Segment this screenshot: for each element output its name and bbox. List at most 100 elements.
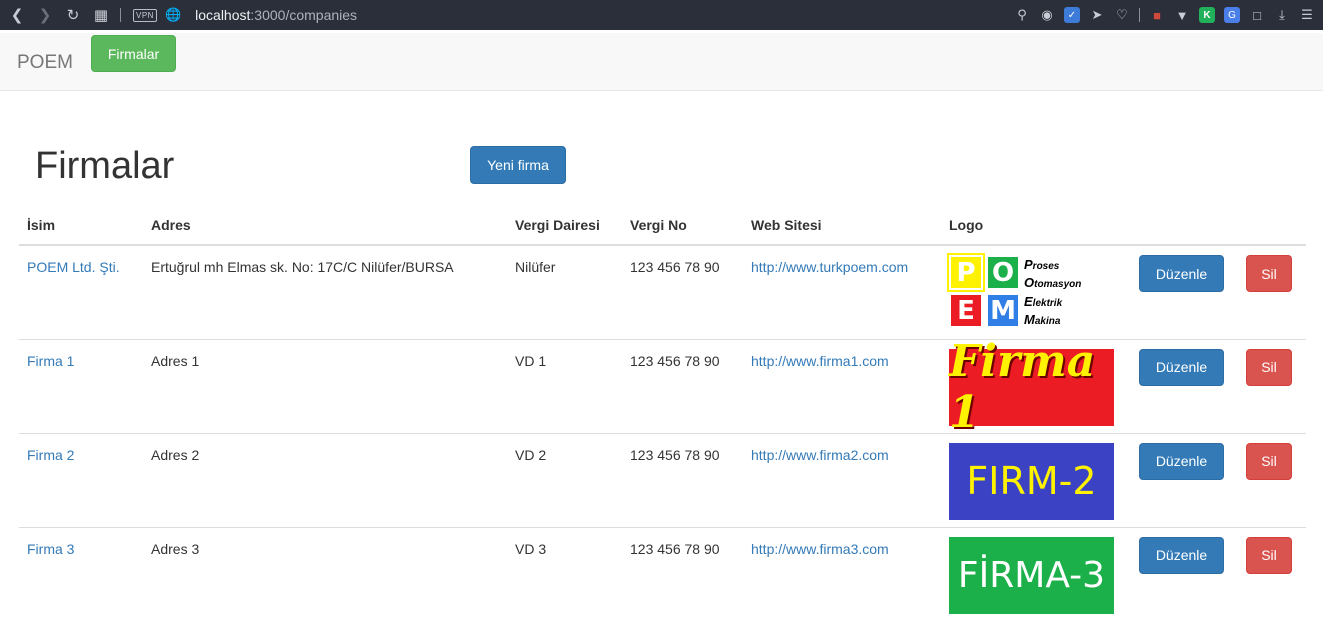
cell-name: Firma 1 (19, 338, 143, 433)
delete-button[interactable]: Sil (1246, 255, 1292, 292)
cell-name: POEM Ltd. Şti. (19, 245, 143, 339)
company-link[interactable]: Firma 3 (27, 541, 74, 557)
edit-button[interactable]: Düzenle (1139, 255, 1224, 292)
vpn-badge[interactable]: VPN (133, 8, 157, 22)
cell-website: http://www.turkpoem.com (743, 245, 941, 339)
firma1-logo: Firma 1 (949, 336, 1114, 438)
cube-extension-icon[interactable]: ■ (1149, 7, 1165, 23)
firma1-logo-text: Firma 1 (949, 336, 1096, 438)
edit-button[interactable]: Düzenle (1139, 348, 1224, 386)
firma2-logo-text: FIRM-2 (966, 459, 1097, 503)
cell-tax-no: 123 456 78 90 (630, 259, 720, 275)
cell-tax-office: Nilüfer (515, 259, 556, 275)
cell-website: http://www.firma1.com (743, 338, 941, 433)
package-icon[interactable]: □ (1249, 7, 1265, 23)
company-link[interactable]: Firma 2 (27, 447, 74, 463)
table-header-row: İsim Adres Vergi Dairesi Vergi No Web Si… (19, 205, 1306, 246)
settings-sliders-icon[interactable]: ☰ (1299, 7, 1315, 23)
poem-logo: P O E M Proses Otomasyon Elektrik Makina (947, 253, 1089, 329)
companies-table: İsim Adres Vergi Dairesi Vergi No Web Si… (19, 205, 1306, 621)
cell-logo: FIRM-2 (941, 432, 1131, 527)
globe-icon: 🌐 (164, 7, 182, 22)
firma2-logo: FIRM-2 (949, 442, 1114, 520)
cell-tax-no: 123 456 78 90 (622, 432, 743, 527)
edit-button[interactable]: Düzenle (1139, 536, 1224, 574)
address-bar[interactable]: localhost:3000/companies (195, 7, 357, 23)
cell-tax-office: VD 1 (507, 338, 622, 433)
cell-delete: Sil (1238, 526, 1306, 621)
cell-logo: FİRMA-3 (941, 526, 1131, 621)
brand-logo[interactable]: POEM (17, 52, 73, 74)
table-row: POEM Ltd. Şti. Ertuğrul mh Elmas sk. No:… (19, 245, 1306, 339)
header-address: Adres (143, 205, 507, 246)
extensions-bar: ⚲ ◉ ✓ ➤ ♡ ■ ▼ K G □ ⤓ ☰ (1014, 0, 1315, 30)
delete-button[interactable]: Sil (1246, 536, 1292, 574)
cell-name: Firma 2 (19, 432, 143, 527)
browser-toolbar: ❮ ❯ ↻ ▦ VPN 🌐 localhost:3000/companies ⚲… (0, 0, 1323, 30)
heart-icon[interactable]: ♡ (1114, 7, 1130, 23)
poem-letter-p: P (947, 253, 985, 292)
edit-button[interactable]: Düzenle (1139, 442, 1224, 480)
firmalar-nav-button[interactable]: Firmalar (91, 35, 176, 72)
camera-icon[interactable]: ◉ (1039, 7, 1055, 23)
website-link[interactable]: http://www.firma3.com (751, 541, 889, 557)
header-tax-office: Vergi Dairesi (507, 205, 622, 246)
poem-logo-grid: P O E M (947, 253, 1020, 329)
shield-icon[interactable]: ✓ (1064, 7, 1080, 23)
page-title: Firmalar (35, 145, 175, 187)
firma3-logo-text: FİRMA-3 (957, 554, 1106, 596)
header-tax-no: Vergi No (622, 205, 743, 246)
cell-address: Adres 1 (143, 338, 507, 433)
poem-letter-e: E (949, 293, 983, 328)
cell-delete: Sil (1238, 432, 1306, 527)
company-link[interactable]: POEM Ltd. Şti. (27, 259, 120, 275)
poem-logo-words: Proses Otomasyon Elektrik Makina (1024, 255, 1081, 329)
firma3-logo: FİRMA-3 (949, 536, 1114, 614)
cell-address: Adres 3 (143, 526, 507, 621)
company-link[interactable]: Firma 1 (27, 353, 74, 369)
cell-address: Adres 2 (143, 432, 507, 527)
website-link[interactable]: http://www.turkpoem.com (751, 259, 908, 275)
cell-delete: Sil (1238, 338, 1306, 433)
app-navbar: POEM Firmalar (0, 33, 1323, 91)
reload-icon[interactable]: ↻ (62, 4, 84, 26)
delete-button[interactable]: Sil (1246, 442, 1292, 480)
cell-logo: P O E M Proses Otomasyon Elektrik Makina (941, 245, 1131, 339)
poem-word: Otomasyon (1024, 275, 1082, 291)
cell-tax-no: 123 456 78 90 (622, 338, 743, 433)
cell-edit: Düzenle (1131, 526, 1238, 621)
poem-letter-o: O (986, 255, 1020, 290)
zoom-icon[interactable]: ⚲ (1014, 7, 1030, 23)
cell-logo: Firma 1 (941, 336, 1131, 438)
url-path: :3000/companies (250, 7, 358, 23)
poem-word: Makina (1024, 312, 1061, 328)
cell-delete: Sil (1238, 245, 1306, 339)
cell-tax-office: VD 3 (507, 526, 622, 621)
toolbar-divider (1139, 8, 1140, 22)
cell-name: Firma 3 (19, 526, 143, 621)
translate-icon[interactable]: G (1224, 7, 1240, 23)
header-delete (1238, 205, 1306, 246)
website-link[interactable]: http://www.firma2.com (751, 447, 889, 463)
tabs-grid-icon[interactable]: ▦ (90, 4, 112, 26)
cell-edit: Düzenle (1131, 245, 1238, 339)
poem-word: Proses (1024, 256, 1060, 272)
table-row: Firma 2 Adres 2 VD 2 123 456 78 90 http:… (19, 432, 1306, 527)
delete-button[interactable]: Sil (1246, 348, 1292, 386)
vivaldi-icon[interactable]: ▼ (1174, 7, 1190, 23)
k-extension-icon[interactable]: K (1199, 7, 1215, 23)
header-name: İsim (19, 205, 143, 246)
cell-tax-no: 123 456 78 90 (622, 526, 743, 621)
back-icon[interactable]: ❮ (6, 4, 28, 26)
send-icon[interactable]: ➤ (1089, 7, 1105, 23)
new-company-button[interactable]: Yeni firma (470, 146, 566, 184)
download-icon[interactable]: ⤓ (1274, 7, 1290, 23)
website-link[interactable]: http://www.firma1.com (751, 353, 889, 369)
cell-website: http://www.firma3.com (743, 526, 941, 621)
cell-edit: Düzenle (1131, 338, 1238, 433)
cell-tax-office: VD 2 (507, 432, 622, 527)
url-host: localhost (195, 7, 251, 23)
forward-icon[interactable]: ❯ (34, 4, 56, 26)
cell-address: Ertuğrul mh Elmas sk. No: 17C/C Nilüfer/… (151, 259, 454, 275)
cell-edit: Düzenle (1131, 432, 1238, 527)
